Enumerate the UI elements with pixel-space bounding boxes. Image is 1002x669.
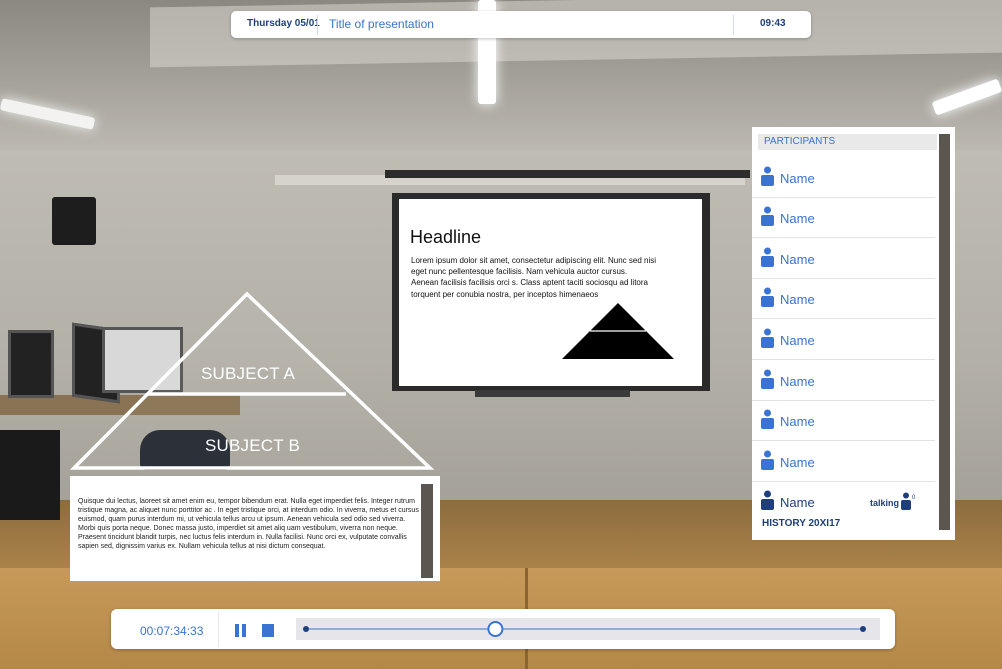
scrub-handle[interactable] bbox=[487, 621, 504, 637]
participant-row[interactable]: Name bbox=[752, 278, 935, 319]
projector-rail bbox=[385, 170, 750, 178]
stop-icon[interactable] bbox=[262, 624, 274, 637]
notes-panel[interactable]: Quisque dui lectus, laoreet sit amet eni… bbox=[70, 476, 440, 581]
person-icon bbox=[761, 287, 774, 307]
talking-status: talking bbox=[870, 498, 900, 508]
notes-scrollbar[interactable] bbox=[421, 484, 433, 578]
divider bbox=[733, 15, 734, 35]
participant-row[interactable]: Name bbox=[752, 157, 935, 198]
participant-row[interactable]: Name bbox=[752, 441, 935, 482]
participant-name: Name bbox=[780, 171, 815, 186]
participant-row[interactable]: Name bbox=[752, 238, 935, 279]
whiteboard-tray bbox=[475, 390, 630, 397]
person-icon bbox=[761, 328, 774, 348]
subject-a-label[interactable]: SUBJECT A bbox=[201, 364, 295, 384]
participants-panel: PARTICIPANTS Name Name Name Name Name Na… bbox=[752, 127, 955, 540]
history-label[interactable]: HISTORY 20XI17 bbox=[762, 518, 840, 529]
person-icon bbox=[761, 409, 774, 429]
participant-name: Name bbox=[780, 414, 815, 429]
divider bbox=[317, 15, 318, 35]
monitor bbox=[8, 330, 54, 398]
timeline[interactable] bbox=[296, 618, 880, 640]
participant-row[interactable]: Name bbox=[752, 197, 935, 238]
person-icon bbox=[761, 247, 774, 267]
slide-headline: Headline bbox=[410, 227, 482, 247]
person-icon bbox=[761, 369, 774, 389]
participant-name: Name bbox=[780, 333, 815, 348]
playback-bar: 00:07:34:33 bbox=[111, 609, 895, 649]
top-bar: Thursday 05/01 Title of presentation 09:… bbox=[231, 11, 811, 38]
participant-row-active[interactable]: Name talking 0 bbox=[752, 481, 935, 521]
person-icon bbox=[761, 166, 774, 186]
slide-body: Lorem ipsum dolor sit amet, consectetur … bbox=[411, 256, 656, 299]
slide-pyramid-icon bbox=[562, 303, 674, 359]
notes-text: Quisque dui lectus, laoreet sit amet eni… bbox=[78, 498, 419, 550]
presentation-title[interactable]: Title of presentation bbox=[329, 17, 434, 31]
shared-slide[interactable]: Headline Lorem ipsum dolor sit amet, con… bbox=[399, 199, 702, 386]
clock-label: 09:43 bbox=[760, 18, 786, 29]
subject-b-label[interactable]: SUBJECT B bbox=[205, 436, 300, 456]
participant-row[interactable]: Name bbox=[752, 400, 935, 441]
participant-name: Name bbox=[780, 211, 815, 226]
elapsed-time: 00:07:34:33 bbox=[140, 624, 204, 638]
person-icon bbox=[761, 450, 774, 470]
participant-row[interactable]: Name bbox=[752, 360, 935, 401]
participant-name: Name bbox=[780, 292, 815, 307]
participants-scrollbar[interactable] bbox=[939, 134, 950, 530]
participants-header: PARTICIPANTS bbox=[758, 134, 937, 150]
participant-name: Name bbox=[780, 455, 815, 470]
speaking-person-icon: 0 bbox=[901, 492, 916, 510]
computer-tower bbox=[0, 430, 60, 520]
date-label: Thursday 05/01 bbox=[247, 18, 320, 29]
participants-title: PARTICIPANTS bbox=[764, 136, 836, 147]
timeline-start-dot bbox=[303, 626, 309, 632]
participant-name: Name bbox=[780, 495, 815, 510]
participant-name: Name bbox=[780, 252, 815, 267]
pause-icon[interactable] bbox=[235, 624, 247, 637]
talking-count: 0 bbox=[912, 495, 916, 501]
participant-row[interactable]: Name bbox=[752, 319, 935, 360]
person-icon bbox=[761, 490, 774, 510]
timeline-end-dot bbox=[860, 626, 866, 632]
participant-name: Name bbox=[780, 374, 815, 389]
person-icon bbox=[761, 206, 774, 226]
divider bbox=[218, 611, 219, 647]
wall-speaker bbox=[52, 197, 96, 245]
